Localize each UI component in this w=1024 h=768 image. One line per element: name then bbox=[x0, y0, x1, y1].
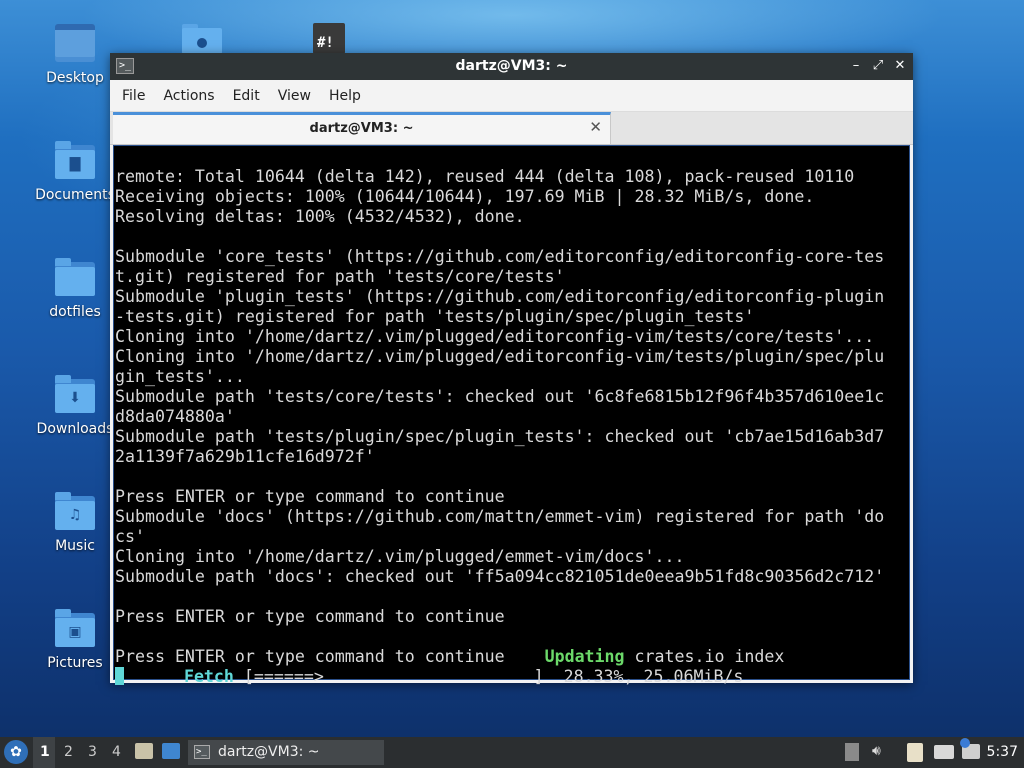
upload-icon[interactable] bbox=[845, 743, 859, 761]
taskbar-task-terminal[interactable]: >_ dartz@VM3: ~ bbox=[188, 740, 384, 765]
desktop-icon-label: Music bbox=[55, 538, 95, 554]
updating-status: Updating bbox=[544, 647, 625, 666]
terminal-line: Cloning into '/home/dartz/.vim/plugged/e… bbox=[115, 547, 685, 566]
desktop-icon-documents[interactable]: ▇ Documents bbox=[30, 141, 120, 203]
menu-actions[interactable]: Actions bbox=[157, 88, 226, 104]
terminal-line: remote: Total 10644 (delta 142), reused … bbox=[115, 167, 855, 186]
downloads-folder-icon: ⬇ bbox=[55, 375, 95, 415]
terminal-line-fetch: Fetch [======> ] 28.33%, 25.06MiB/s bbox=[115, 667, 884, 687]
desktop-icon-label: Pictures bbox=[47, 655, 103, 671]
terminal-prompt-text: Press ENTER or type command to continue bbox=[115, 647, 545, 666]
menu-view[interactable]: View bbox=[272, 88, 323, 104]
close-button[interactable]: ✕ bbox=[893, 57, 907, 75]
fetch-status: Fetch bbox=[183, 667, 234, 686]
terminal-line: 2a1139f7a629b11cfe16d972f' bbox=[115, 447, 375, 466]
terminal-line: Submodule 'docs' (https://github.com/mat… bbox=[115, 507, 885, 526]
file-icon[interactable]: #! bbox=[313, 23, 345, 54]
menu-edit[interactable]: Edit bbox=[227, 88, 272, 104]
updating-detail: crates.io index bbox=[624, 647, 785, 666]
desktop-icon-desktop[interactable]: Desktop bbox=[30, 24, 120, 86]
network-icon[interactable] bbox=[934, 745, 954, 759]
tab-close-icon[interactable]: ✕ bbox=[589, 118, 602, 136]
terminal-line: d8da074880a' bbox=[115, 407, 235, 426]
music-folder-icon: ♫ bbox=[55, 492, 95, 532]
tab-bar: dartz@VM3: ~ ✕ bbox=[110, 112, 913, 145]
desktop-icon-label: Downloads bbox=[36, 421, 114, 437]
taskbar: ✿ 1 2 3 4 >_ dartz@VM3: ~ 🔊︎ 5:37 bbox=[0, 737, 1024, 768]
window-titlebar[interactable]: >_ dartz@VM3: ~ – ⤢ ✕ bbox=[110, 53, 913, 80]
minimize-button[interactable]: – bbox=[849, 57, 863, 75]
desktop-icon-label: Documents bbox=[35, 187, 115, 203]
clock[interactable]: 5:37 bbox=[987, 744, 1018, 760]
fetch-progress: [======> ] 28.33%, 25.06MiB/s bbox=[233, 667, 744, 686]
terminal-line: Press ENTER or type command to continue bbox=[115, 487, 505, 506]
workspace-3[interactable]: 3 bbox=[88, 744, 97, 760]
terminal-line: -tests.git) registered for path 'tests/p… bbox=[115, 307, 755, 326]
terminal-line: Submodule 'core_tests' (https://github.c… bbox=[115, 247, 885, 266]
workspace-4[interactable]: 4 bbox=[112, 744, 121, 760]
menubar: File Actions Edit View Help bbox=[110, 80, 913, 112]
terminal-line: Submodule path 'tests/plugin/spec/plugin… bbox=[115, 427, 885, 446]
workspace-2[interactable]: 2 bbox=[64, 744, 73, 760]
tab-title: dartz@VM3: ~ bbox=[309, 121, 414, 136]
update-notification-icon[interactable] bbox=[960, 738, 980, 759]
desktop-icon-label: dotfiles bbox=[49, 304, 101, 320]
terminal-line: Cloning into '/home/dartz/.vim/plugged/e… bbox=[115, 327, 875, 346]
desktop-icon-pictures[interactable]: ▣ Pictures bbox=[30, 609, 120, 671]
user-folder-icon[interactable] bbox=[182, 24, 222, 54]
terminal-line: gin_tests'... bbox=[115, 367, 245, 386]
maximize-button[interactable]: ⤢ bbox=[871, 57, 885, 75]
volume-icon[interactable]: 🔊︎ bbox=[872, 743, 881, 759]
show-desktop-icon[interactable] bbox=[162, 743, 180, 759]
clipboard-icon[interactable] bbox=[907, 743, 923, 762]
tab-terminal[interactable]: dartz@VM3: ~ ✕ bbox=[113, 112, 611, 144]
start-menu-icon[interactable]: ✿ bbox=[4, 740, 28, 764]
terminal-line: cs' bbox=[115, 527, 145, 546]
pictures-folder-icon: ▣ bbox=[55, 609, 95, 649]
desktop-icon-label: Desktop bbox=[46, 70, 104, 86]
terminal-output[interactable]: remote: Total 10644 (delta 142), reused … bbox=[113, 145, 910, 686]
terminal-cursor bbox=[115, 667, 124, 685]
terminal-line: Submodule 'plugin_tests' (https://github… bbox=[115, 287, 885, 306]
terminal-line: Submodule path 'tests/core/tests': check… bbox=[115, 387, 885, 406]
terminal-line: Cloning into '/home/dartz/.vim/plugged/e… bbox=[115, 347, 885, 366]
file-manager-icon[interactable] bbox=[135, 743, 153, 759]
desktop-icon-downloads[interactable]: ⬇ Downloads bbox=[30, 375, 120, 437]
desktop-icon-dotfiles[interactable]: dotfiles bbox=[30, 258, 120, 320]
terminal-line: Submodule path 'docs': checked out 'ff5a… bbox=[115, 567, 885, 586]
terminal-line: Resolving deltas: 100% (4532/4532), done… bbox=[115, 207, 525, 226]
desktop-icon-music[interactable]: ♫ Music bbox=[30, 492, 120, 554]
terminal-line-updating: Press ENTER or type command to continue … bbox=[115, 647, 884, 667]
menu-file[interactable]: File bbox=[116, 88, 157, 104]
folder-icon bbox=[55, 258, 95, 298]
terminal-line: Receiving objects: 100% (10644/10644), 1… bbox=[115, 187, 815, 206]
menu-help[interactable]: Help bbox=[323, 88, 373, 104]
terminal-window: >_ dartz@VM3: ~ – ⤢ ✕ File Actions Edit … bbox=[110, 53, 913, 686]
desktop-folder-icon bbox=[55, 24, 95, 64]
documents-folder-icon: ▇ bbox=[55, 141, 95, 181]
terminal-line: Press ENTER or type command to continue bbox=[115, 607, 505, 626]
terminal-app-icon: >_ bbox=[194, 745, 210, 759]
window-title: dartz@VM3: ~ bbox=[455, 58, 568, 74]
workspace-1[interactable]: 1 bbox=[40, 744, 50, 760]
terminal-line: t.git) registered for path 'tests/core/t… bbox=[115, 267, 565, 286]
taskbar-task-label: dartz@VM3: ~ bbox=[218, 744, 320, 760]
